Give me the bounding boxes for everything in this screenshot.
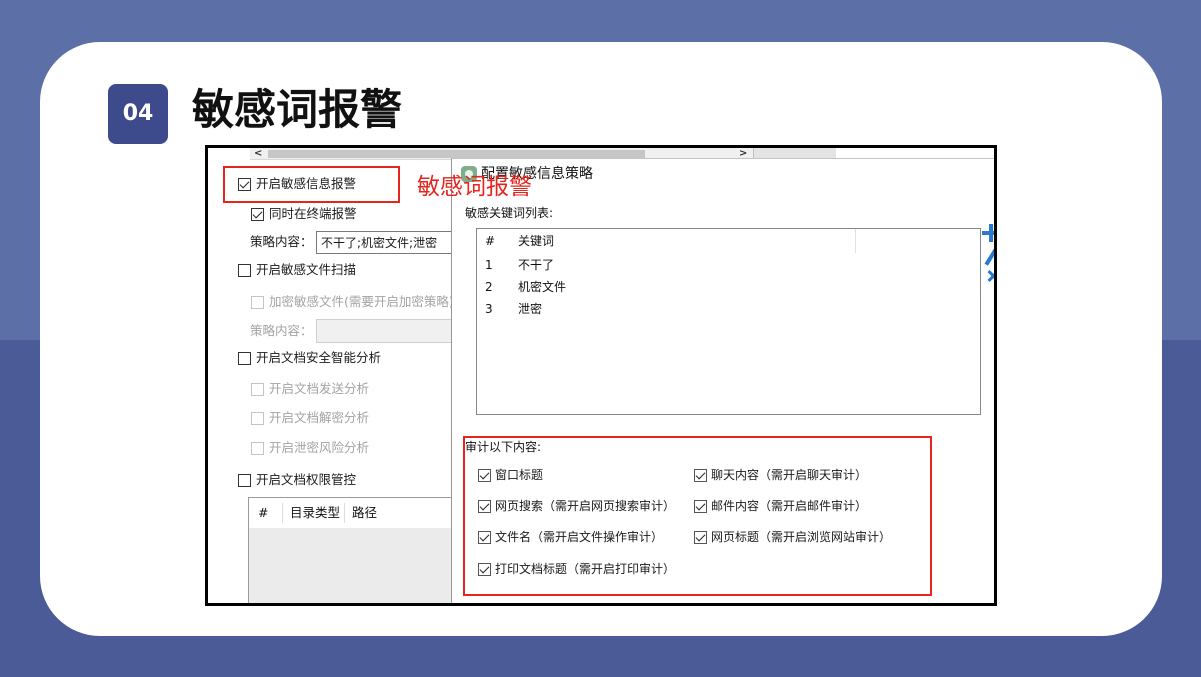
checkbox-box[interactable] (251, 441, 264, 455)
list-item[interactable]: 3 泄密 (477, 298, 980, 320)
checkbox-label: 开启文档发送分析 (269, 381, 370, 396)
alert-highlight-box (223, 166, 400, 203)
enable-doc-analysis-checkbox[interactable]: 开启文档安全智能分析 (238, 350, 381, 366)
column-divider[interactable] (855, 229, 856, 253)
scrollbar-thumb[interactable] (268, 150, 645, 158)
checkbox-label: 开启泄密风险分析 (269, 440, 370, 455)
column-header-index[interactable]: # (485, 233, 495, 249)
section-number-badge: 04 (108, 84, 168, 144)
policy-content-label-text: 策略内容： (250, 234, 313, 249)
encrypt-sensitive-files-checkbox[interactable]: 加密敏感文件(需要开启加密策略) (251, 294, 454, 310)
list-item[interactable]: 2 机密文件 (477, 276, 980, 298)
screenshot-frame: < > 开启敏感信息报警 同时在终端报警 策略内容： 开启敏感文件扫描 加密敏感… (205, 145, 997, 606)
policy-content-label-text: 策略内容： (250, 323, 313, 338)
checkbox-label: 开启敏感文件扫描 (256, 262, 357, 277)
directory-table[interactable]: # 目录类型 路径 (248, 497, 454, 603)
enable-doc-permission-checkbox[interactable]: 开启文档权限管控 (238, 472, 356, 488)
policy-content-input[interactable] (316, 231, 466, 254)
annotation-label: 敏感词报警 (417, 174, 532, 200)
checkbox-box[interactable] (238, 263, 251, 277)
alert-on-terminal-checkbox[interactable]: 同时在终端报警 (251, 206, 357, 222)
checkbox-label: 开启文档权限管控 (256, 472, 357, 487)
audit-highlight-box (463, 436, 932, 596)
column-divider[interactable] (344, 503, 345, 523)
column-header-directory-type[interactable]: 目录类型 (290, 498, 340, 528)
doc-send-analysis-checkbox[interactable]: 开启文档发送分析 (251, 381, 369, 397)
doc-decrypt-analysis-checkbox[interactable]: 开启文档解密分析 (251, 410, 369, 426)
checkbox-box[interactable] (251, 295, 264, 309)
sensitive-policy-dialog: 配置敏感信息策略 敏感关键词列表: # 关键词 1 不干了 2 机密文件 3 泄… (451, 158, 994, 603)
policy-content-label-2: 策略内容： (250, 323, 313, 339)
policy-content-input-2[interactable] (316, 319, 466, 343)
column-divider[interactable] (282, 503, 283, 523)
keyword-text: 泄密 (518, 302, 543, 316)
column-header-index[interactable]: # (258, 498, 268, 528)
column-header-keyword[interactable]: 关键词 (518, 233, 554, 249)
checkbox-box[interactable] (251, 207, 264, 221)
enable-file-scan-checkbox[interactable]: 开启敏感文件扫描 (238, 262, 356, 278)
delete-icon[interactable] (984, 266, 994, 286)
add-icon[interactable] (982, 223, 994, 243)
checkbox-box[interactable] (238, 351, 251, 365)
column-header-path[interactable]: 路径 (352, 498, 377, 528)
checkbox-label: 开启文档安全智能分析 (256, 350, 382, 365)
checkbox-box[interactable] (238, 473, 251, 487)
keyword-list[interactable]: # 关键词 1 不干了 2 机密文件 3 泄密 (476, 228, 981, 415)
slide-title: 敏感词报警 (192, 85, 403, 134)
list-item[interactable]: 1 不干了 (477, 254, 980, 276)
edit-icon[interactable] (983, 247, 994, 267)
checkbox-label: 同时在终端报警 (269, 206, 357, 221)
keyword-index: 2 (485, 280, 493, 294)
keyword-text: 不干了 (518, 258, 555, 272)
policy-content-label: 策略内容： (250, 234, 313, 250)
checkbox-label: 加密敏感文件(需要开启加密策略) (269, 294, 454, 309)
leak-risk-analysis-checkbox[interactable]: 开启泄密风险分析 (251, 440, 369, 456)
checkbox-box[interactable] (251, 411, 264, 425)
keyword-text: 机密文件 (518, 280, 567, 294)
table-header: # 目录类型 路径 (249, 498, 453, 528)
keyword-list-label: 敏感关键词列表: (465, 206, 554, 220)
keyword-index: 3 (485, 302, 493, 316)
checkbox-label: 开启文档解密分析 (269, 410, 370, 425)
keyword-index: 1 (485, 258, 493, 272)
checkbox-box[interactable] (251, 382, 264, 396)
scroll-left-button[interactable]: < (254, 148, 262, 160)
dialog-titlebar[interactable]: 配置敏感信息策略 (452, 159, 994, 190)
